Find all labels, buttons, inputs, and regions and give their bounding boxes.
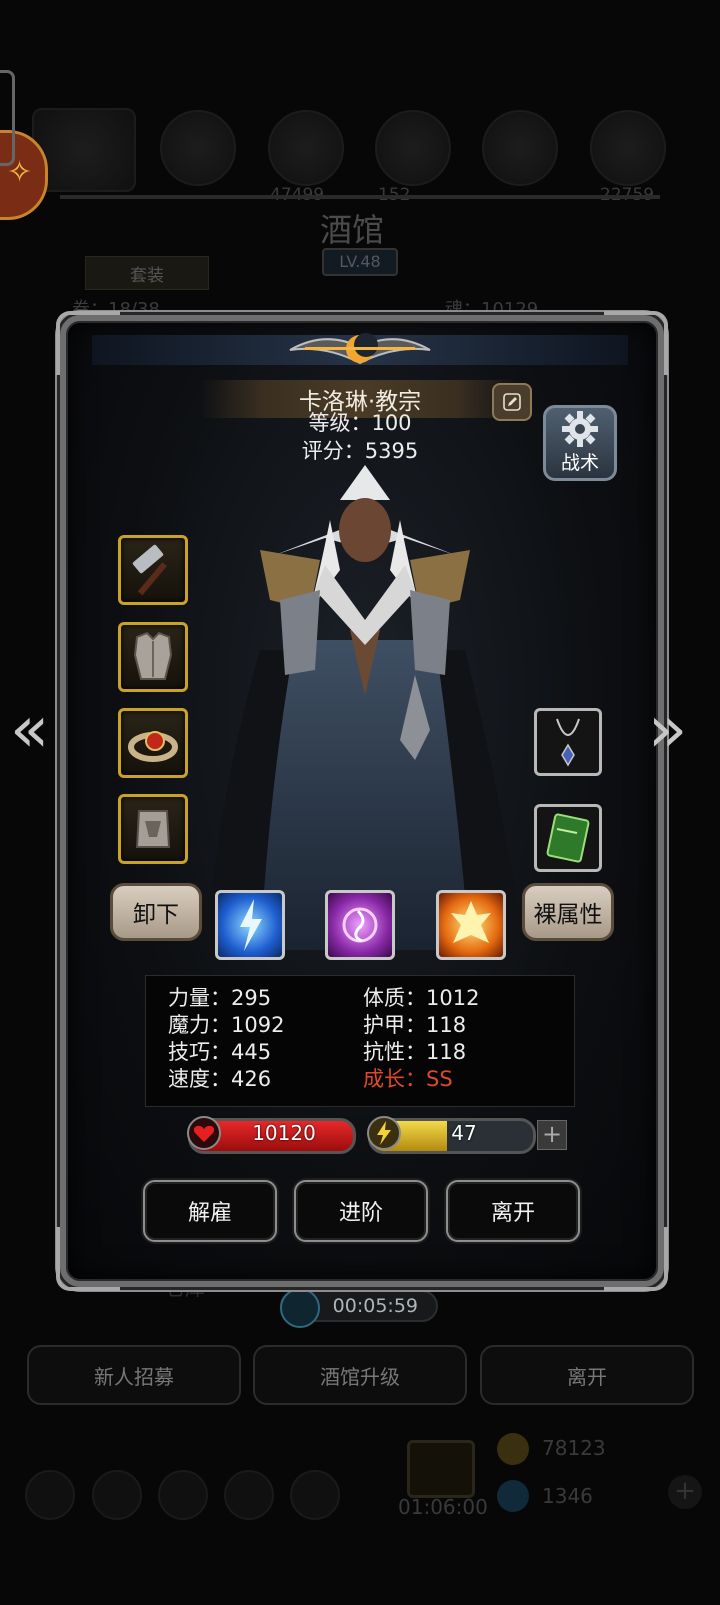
bg-leave-button[interactable]: 离开: [480, 1345, 694, 1405]
unequip-button[interactable]: 卸下: [110, 883, 202, 941]
gift-timer: 01:06:00: [398, 1495, 488, 1519]
gear-icon: [562, 411, 598, 447]
bg-slot-2: [268, 110, 344, 186]
frame-corner: [56, 1227, 120, 1291]
skill-slot-1[interactable]: [215, 890, 285, 960]
stat-magic: 魔力：1092: [168, 1013, 285, 1037]
holy-fire-skill-icon: [451, 901, 491, 943]
tavern-upgrade-button[interactable]: 酒馆升级: [253, 1345, 467, 1405]
bg-title: 酒馆: [320, 211, 385, 249]
skill-slot-3[interactable]: [436, 890, 506, 960]
gem-amount: 1346: [542, 1484, 593, 1508]
stat-skill: 技巧：445: [168, 1040, 272, 1064]
left-edge-tab: [0, 70, 15, 166]
previous-hero-arrow[interactable]: «: [10, 698, 49, 762]
rename-button[interactable]: [492, 383, 532, 421]
moon-crest-icon: [289, 333, 431, 365]
bg-slot-5: [590, 110, 666, 186]
hammer-icon: [132, 544, 167, 596]
hero-level: 等级：100: [308, 411, 412, 435]
recruit-button[interactable]: 新人招募: [27, 1345, 241, 1405]
bg-menu-icon-3[interactable]: [158, 1470, 208, 1520]
chest-armor-icon: [133, 631, 173, 680]
bg-menu-icon-5[interactable]: [290, 1470, 340, 1520]
energy-value: 47: [451, 1121, 477, 1145]
bg-menu-icon-4[interactable]: [224, 1470, 274, 1520]
bare-attributes-button[interactable]: 裸属性: [522, 883, 614, 941]
bg-menu-icon-2[interactable]: [92, 1470, 142, 1520]
timer-text: 00:05:59: [332, 1295, 418, 1317]
weapon-slot[interactable]: [118, 535, 188, 605]
gold-coin-icon: [497, 1433, 529, 1465]
gem-icon: [497, 1480, 529, 1512]
stat-resistance: 抗性：118: [363, 1040, 467, 1064]
necklace-slot[interactable]: [534, 708, 602, 776]
hp-value: 10120: [252, 1121, 316, 1145]
tactics-button[interactable]: 战术: [543, 405, 617, 481]
leave-button[interactable]: 离开: [446, 1180, 580, 1242]
bg-slot-3: [375, 110, 451, 186]
stat-strength: 力量：295: [168, 986, 272, 1010]
tactics-label: 战术: [560, 452, 599, 474]
countdown-timer: 00:05:59: [280, 1288, 438, 1328]
advance-button[interactable]: 进阶: [294, 1180, 428, 1242]
ring-icon: [128, 731, 178, 762]
bg-tab-outfit: 套装: [85, 256, 209, 290]
lightning-skill-icon: [240, 899, 262, 951]
bg-add-icon[interactable]: +: [668, 1475, 702, 1509]
timer-icon: [280, 1288, 320, 1328]
stat-constitution: 体质：1012: [363, 986, 480, 1010]
stat-growth: 成长：SS: [363, 1067, 453, 1091]
gift-box-icon[interactable]: [407, 1440, 475, 1498]
gold-amount: 78123: [542, 1436, 606, 1460]
necklace-icon: [556, 718, 580, 767]
stat-armor: 护甲：118: [363, 1013, 467, 1037]
heart-icon: [187, 1116, 221, 1150]
skill-slot-2[interactable]: [325, 890, 395, 960]
scroll-book-icon: [546, 813, 590, 863]
stats-panel: 力量：295 魔力：1092 技巧：445 速度：426 体质：1012 护甲：…: [145, 975, 575, 1107]
lightning-energy-icon: [367, 1116, 401, 1150]
bg-slot-4: [482, 110, 558, 186]
add-energy-button[interactable]: +: [537, 1120, 567, 1150]
glove-icon: [135, 810, 171, 848]
book-slot[interactable]: [534, 804, 602, 872]
stat-speed: 速度：426: [168, 1067, 272, 1091]
armor-slot[interactable]: [118, 622, 188, 692]
pencil-icon: [503, 393, 521, 411]
next-hero-arrow[interactable]: »: [648, 698, 687, 762]
bg-menu-icon-1[interactable]: [25, 1470, 75, 1520]
frame-corner: [604, 1227, 668, 1291]
glove-slot[interactable]: [118, 794, 188, 864]
bg-slot-1: [160, 110, 236, 186]
dismiss-button[interactable]: 解雇: [143, 1180, 277, 1242]
ring-slot[interactable]: [118, 708, 188, 778]
bg-level: LV.48: [322, 248, 398, 276]
arcane-skill-icon: [342, 907, 378, 943]
